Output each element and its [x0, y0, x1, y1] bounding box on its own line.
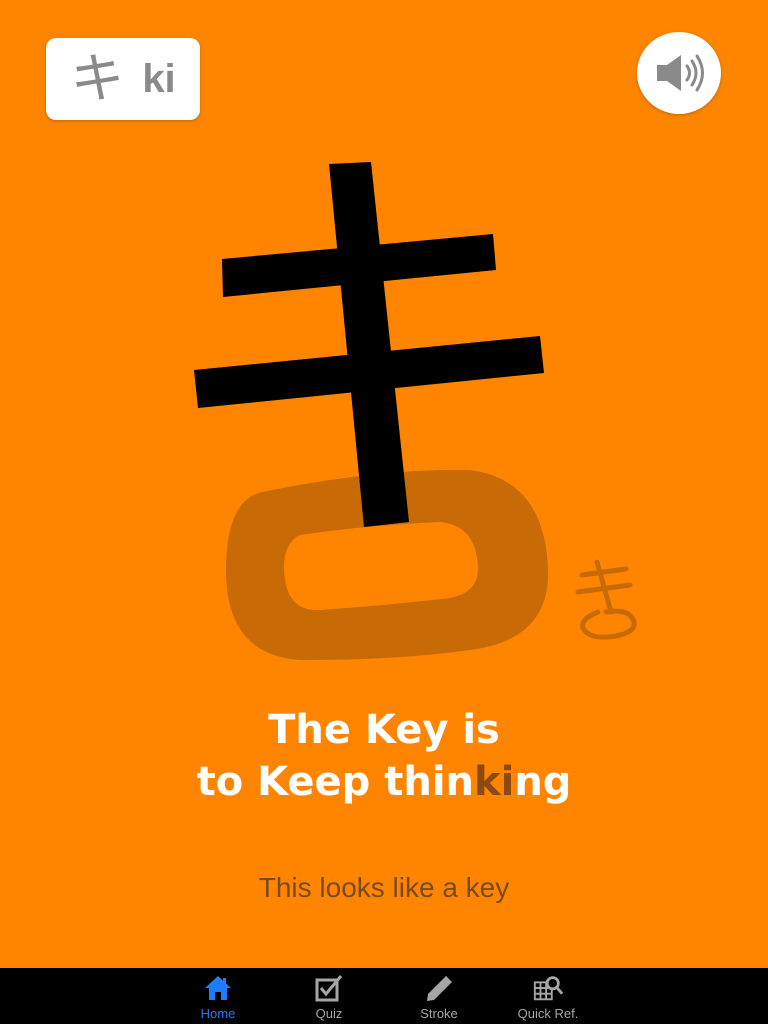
tab-label: Home: [200, 1006, 236, 1021]
mnemonic-line-1: The Key is: [268, 707, 500, 753]
mnemonic-text: ng: [514, 759, 572, 805]
quiz-checkbox-icon: [313, 972, 345, 1004]
key-hiragana-illustration: [194, 162, 637, 660]
tab-quiz[interactable]: Quiz: [279, 968, 379, 1024]
tab-label: Quick Ref.: [517, 1006, 579, 1021]
small-hiragana-ki-icon: [575, 559, 637, 640]
key-shaft-stroke: [329, 162, 409, 527]
grid-magnifier-icon: [532, 972, 564, 1004]
tab-bar: Home Quiz Stroke Quick Ref.: [0, 968, 768, 1024]
tab-quick-ref[interactable]: Quick Ref.: [498, 968, 598, 1024]
tab-label: Stroke: [420, 1006, 458, 1021]
mnemonic-line-2: to Keep thinking: [0, 756, 768, 808]
tab-home[interactable]: Home: [168, 968, 268, 1024]
pencil-icon: [423, 972, 455, 1004]
home-icon: [202, 972, 234, 1004]
tab-label: Quiz: [315, 1006, 343, 1021]
mnemonic-text: to Keep thin: [196, 759, 474, 805]
tab-stroke[interactable]: Stroke: [389, 968, 489, 1024]
mnemonic-highlight: ki: [474, 759, 515, 805]
caption: This looks like a key: [258, 872, 510, 903]
